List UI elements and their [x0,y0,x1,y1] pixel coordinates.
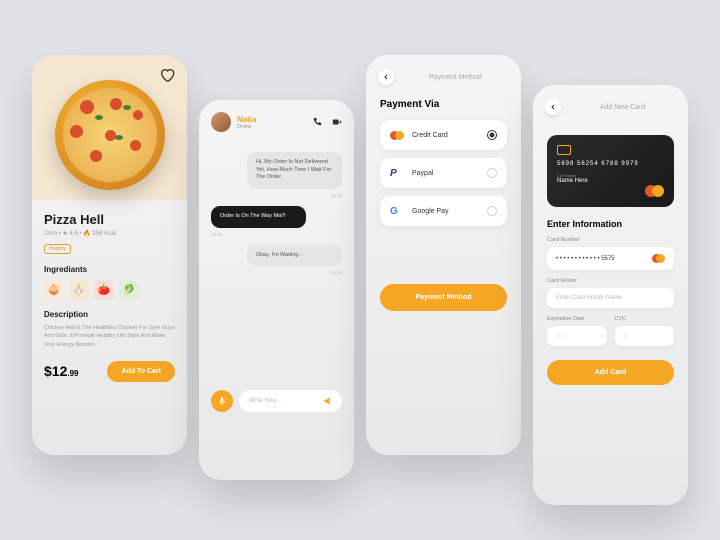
cvc-input[interactable]: ○ [615,326,675,346]
holder-label: Card Holder [547,278,674,284]
mic-button[interactable] [211,390,233,412]
send-icon[interactable] [322,396,332,406]
chat-header: Natia Online [199,100,354,144]
add-card-screen: Add New Card 5698 56254 6788 9979 Crd Ho… [533,85,688,505]
ingredients-list: 🧅 🧄 🍅 🥬 [44,280,175,300]
card-number-preview: 5698 56254 6788 9979 [557,161,664,167]
message-input[interactable]: Write Now... [239,390,342,412]
timestamp: 10:23 [211,270,342,275]
payment-option-paypal[interactable]: P Paypal [380,158,507,188]
holder-input[interactable]: Enter Card Holder Name [547,288,674,308]
product-meta: 2min • ★ 4.5 • 🔥 358 Kcal [44,230,175,237]
description-heading: Description [44,310,175,319]
payment-method-screen: Payment Method Payment Via Credit Card P… [366,55,521,455]
payment-method-button[interactable]: Payment Method [380,284,507,311]
call-icon[interactable] [312,117,322,127]
ingredient-onion[interactable]: 🧅 [44,280,64,300]
timestamp: 10:22 [211,232,342,237]
payment-option-credit-card[interactable]: Credit Card [380,120,507,150]
cardnum-input[interactable]: • • • • • • • • • • • • 5575 [547,247,674,270]
exp-input[interactable]: ○ ○ [547,326,607,346]
add-to-cart-button[interactable]: Add To Cart [107,361,175,382]
header-title: Payment Method [429,74,482,81]
card-chip-icon [557,145,571,155]
chat-name: Natia [237,115,257,124]
cvc-label: CVC [615,316,675,322]
mastercard-icon [645,185,664,197]
back-button[interactable] [378,69,394,85]
back-button[interactable] [545,99,561,115]
hero [32,55,187,200]
product-detail-screen: Pizza Hell 2min • ★ 4.5 • 🔥 358 Kcal Hea… [32,55,187,455]
radio[interactable] [487,206,497,216]
chat-status: Online [237,124,257,130]
chat-screen: Natia Online Hi, My Order Is Not Deliver… [199,100,354,480]
message-incoming: Okay, I'm Waiting... [247,245,342,267]
radio[interactable] [487,168,497,178]
add-card-button[interactable]: Add Card [547,360,674,385]
cardnum-label: Card Number [547,237,674,243]
product-title: Pizza Hell [44,212,175,227]
payment-option-google-pay[interactable]: G Google Pay [380,196,507,226]
ingredient-garlic[interactable]: 🧄 [69,280,89,300]
card-holder-name: Name Here [557,178,664,184]
card-preview: 5698 56254 6788 9979 Crd Holder Name Her… [547,135,674,207]
mastercard-icon [652,254,665,263]
price: $12.99 [44,363,78,379]
product-image [55,80,165,190]
radio-selected[interactable] [487,130,497,140]
paypal-icon: P [390,168,404,178]
timestamp: 10:22 [211,193,342,198]
message-incoming: Hi, My Order Is Not Delivered Yet. How M… [247,152,342,189]
tag-healthy: Healthy [44,244,71,254]
credit-card-icon [390,130,404,140]
ingredient-peas[interactable]: 🥬 [119,280,139,300]
section-title: Payment Via [380,99,507,110]
ingredient-tomato[interactable]: 🍅 [94,280,114,300]
google-icon: G [390,206,404,216]
exp-label: Expiration Date [547,316,607,322]
video-icon[interactable] [332,117,342,127]
favorite-icon[interactable] [159,67,175,83]
ingredients-heading: Ingrediants [44,265,175,274]
avatar[interactable] [211,112,231,132]
message-outgoing: Order Is On The Way Ma!!! [211,206,306,228]
description-text: Chicken Hell Is The Healthies Chicken Fo… [44,324,175,349]
chat-input-bar: Write Now... [211,390,342,412]
header-title: Add New Card [600,104,646,111]
form-title: Enter Information [547,219,674,229]
